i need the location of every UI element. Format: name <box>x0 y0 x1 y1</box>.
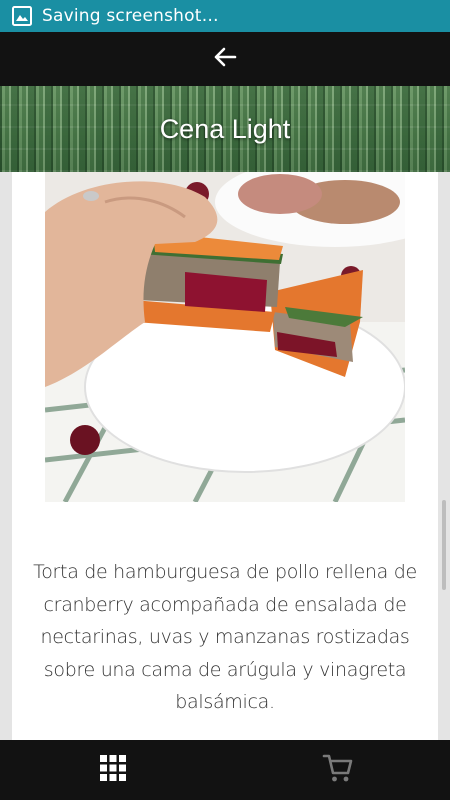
grid-icon <box>99 754 127 786</box>
arrow-left-icon <box>213 46 237 72</box>
header-banner: Cena Light <box>0 86 450 172</box>
notification-text: Saving screenshot… <box>42 6 219 26</box>
page-title: Cena Light <box>159 113 291 144</box>
shopping-cart-icon <box>322 752 354 788</box>
status-bar: Saving screenshot… <box>0 0 450 32</box>
dish-photo <box>45 172 405 502</box>
back-button[interactable] <box>205 39 245 79</box>
menu-grid-button[interactable] <box>0 740 225 800</box>
cart-button[interactable] <box>225 740 450 800</box>
app-bar <box>0 32 450 86</box>
bottom-nav <box>0 740 450 800</box>
scrollbar[interactable] <box>442 500 446 590</box>
dish-description: Torta de hamburguesa de pollo rellena de… <box>33 561 417 713</box>
image-icon <box>12 6 32 26</box>
